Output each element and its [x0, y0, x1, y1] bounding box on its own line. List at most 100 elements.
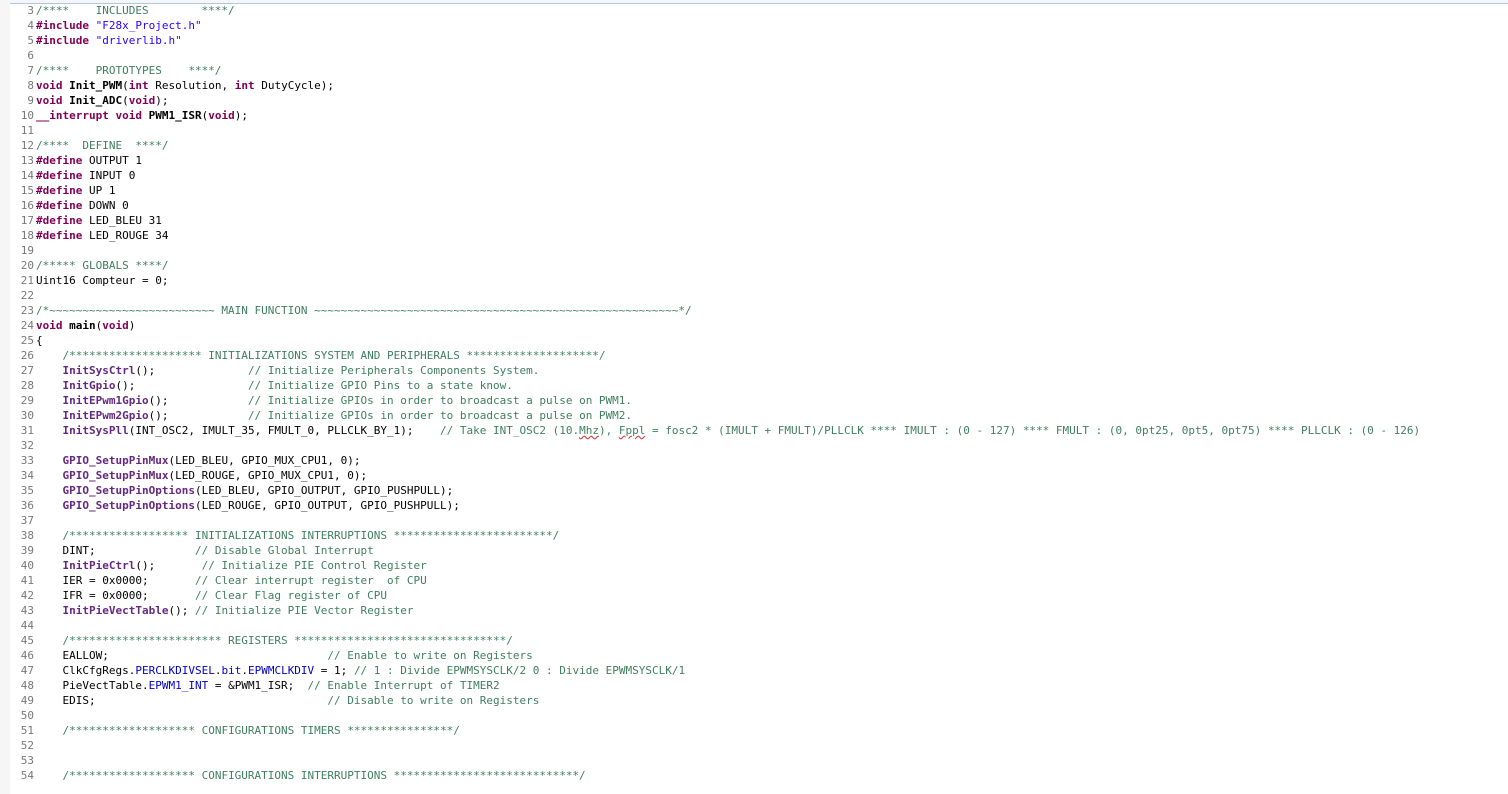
- code-token: Uint16 Compteur = 0;: [36, 274, 169, 287]
- line-text: InitEPwm2Gpio(); // Initialize GPIOs in …: [34, 408, 633, 423]
- code-line[interactable]: 18 #define LED_ROUGE 34: [0, 228, 1508, 243]
- line-number: 8: [27, 79, 34, 92]
- code-token: void: [36, 319, 63, 332]
- line-text: {: [34, 333, 43, 348]
- code-line[interactable]: 22: [0, 288, 1508, 303]
- code-token: // 1 : Divide EPWMSYSCLK/2 0 : Divide EP…: [353, 664, 686, 677]
- code-editor[interactable]: 23 /**** INCLUDES ****/4#include "F28x_Pr…: [0, 0, 1508, 794]
- line-number: 52: [20, 739, 34, 752]
- code-line[interactable]: 51 /******************* CONFIGURATIONS T…: [0, 723, 1508, 738]
- code-line[interactable]: 11: [0, 123, 1508, 138]
- code-line[interactable]: 44: [0, 618, 1508, 633]
- code-line[interactable]: 3/**** INCLUDES ****/: [0, 3, 1508, 18]
- code-line[interactable]: 37: [0, 513, 1508, 528]
- line-number: 30: [20, 409, 34, 422]
- code-line[interactable]: 24 void main(void): [0, 318, 1508, 333]
- code-line[interactable]: 5 #include "driverlib.h": [0, 33, 1508, 48]
- code-line[interactable]: 33 GPIO_SetupPinMux(LED_BLEU, GPIO_MUX_C…: [0, 453, 1508, 468]
- code-line[interactable]: 6: [0, 48, 1508, 63]
- line-text: /**** DEFINE ****/: [34, 138, 168, 153]
- code-token: #define: [36, 184, 83, 197]
- code-line[interactable]: 36 GPIO_SetupPinOptions(LED_ROUGE, GPIO_…: [0, 498, 1508, 513]
- code-token: InitEPwm2Gpio: [62, 409, 149, 422]
- line-text: #define DOWN 0: [34, 198, 129, 213]
- code-line[interactable]: 43 InitPieVectTable(); // Initialize PIE…: [0, 603, 1508, 618]
- code-token: InitPieCtrl: [62, 559, 136, 572]
- code-line[interactable]: 27 InitSysCtrl(); // Initialize Peripher…: [0, 363, 1508, 378]
- line-number: 11: [20, 124, 34, 137]
- code-line[interactable]: 29 InitEPwm1Gpio(); // Initialize GPIOs …: [0, 393, 1508, 408]
- code-line[interactable]: 28 InitGpio(); // Initialize GPIO Pins t…: [0, 378, 1508, 393]
- code-line[interactable]: 15 #define UP 1: [0, 183, 1508, 198]
- code-line[interactable]: 45 /*********************** REGISTERS **…: [0, 633, 1508, 648]
- line-text: /******************* CONFIGURATIONS INTE…: [34, 768, 586, 783]
- code-line[interactable]: 46 EALLOW; // Enable to write on Registe…: [0, 648, 1508, 663]
- line-text: PieVectTable.EPWM1_INT = &PWM1_ISR; // E…: [34, 678, 499, 693]
- code-line[interactable]: 14 #define INPUT 0: [0, 168, 1508, 183]
- line-text: /******************** INITIALIZATIONS SY…: [34, 348, 606, 363]
- code-line[interactable]: 42 IFR = 0x0000; // Clear Flag register …: [0, 588, 1508, 603]
- code-line[interactable]: 16 #define DOWN 0: [0, 198, 1508, 213]
- code-token: LED_ROUGE 34: [82, 229, 169, 242]
- line-number: 18: [20, 229, 34, 242]
- code-line[interactable]: 53: [0, 753, 1508, 768]
- code-line[interactable]: 9 void Init_ADC(void);: [0, 93, 1508, 108]
- code-token: // Initialize GPIOs in order to broadcas…: [247, 394, 633, 407]
- line-text: GPIO_SetupPinMux(LED_ROUGE, GPIO_MUX_CPU…: [34, 468, 368, 483]
- code-area[interactable]: 23 /**** INCLUDES ****/4#include "F28x_Pr…: [0, 0, 1508, 783]
- line-number: 43: [20, 604, 34, 617]
- code-line[interactable]: 4 #include "F28x_Project.h": [0, 18, 1508, 33]
- code-token: (: [122, 79, 129, 92]
- code-line[interactable]: 49 EDIS; // Disable to write on Register…: [0, 693, 1508, 708]
- line-number: 9: [27, 94, 34, 107]
- code-line[interactable]: 38 /****************** INITIALIZATIONS I…: [0, 528, 1508, 543]
- code-token: IFR = 0x0000;: [36, 589, 195, 602]
- code-token: ();: [148, 409, 248, 422]
- code-line[interactable]: 52: [0, 738, 1508, 753]
- line-text: EALLOW; // Enable to write on Registers: [34, 648, 532, 663]
- line-number: 50: [20, 709, 34, 722]
- line-number: 44: [20, 619, 34, 632]
- code-line[interactable]: 50: [0, 708, 1508, 723]
- line-number: 23: [20, 304, 34, 317]
- code-line[interactable]: 8 void Init_PWM(int Resolution, int DutyC…: [0, 78, 1508, 93]
- code-line[interactable]: 31 InitSysPll(INT_OSC2, IMULT_35, FMULT_…: [0, 423, 1508, 438]
- code-line[interactable]: 17 #define LED_BLEU 31: [0, 213, 1508, 228]
- code-line[interactable]: 20/***** GLOBALS ****/: [0, 258, 1508, 273]
- code-line[interactable]: 41 IER = 0x0000; // Clear interrupt regi…: [0, 573, 1508, 588]
- code-line[interactable]: 30 InitEPwm2Gpio(); // Initialize GPIOs …: [0, 408, 1508, 423]
- code-line[interactable]: 21 Uint16 Compteur = 0;: [0, 273, 1508, 288]
- code-token: ();: [135, 364, 248, 377]
- line-text: InitPieCtrl(); // Initialize PIE Control…: [34, 558, 427, 573]
- code-line[interactable]: 26 /******************** INITIALIZATIONS…: [0, 348, 1508, 363]
- line-number: 53: [20, 754, 34, 767]
- code-line[interactable]: 40 InitPieCtrl(); // Initialize PIE Cont…: [0, 558, 1508, 573]
- code-token: // Initialize PIE Vector Register: [194, 604, 414, 617]
- line-text: EDIS; // Disable to write on Registers: [34, 693, 539, 708]
- code-line[interactable]: 48 PieVectTable.EPWM1_INT = &PWM1_ISR; /…: [0, 678, 1508, 693]
- code-line[interactable]: 47 ClkCfgRegs.PERCLKDIVSEL.bit.EPWMCLKDI…: [0, 663, 1508, 678]
- code-line[interactable]: 34 GPIO_SetupPinMux(LED_ROUGE, GPIO_MUX_…: [0, 468, 1508, 483]
- line-number: 17: [20, 214, 34, 227]
- code-line[interactable]: 23/*~~~~~~~~~~~~~~~~~~~~~~~~~ MAIN FUNCT…: [0, 303, 1508, 318]
- code-line[interactable]: 35 GPIO_SetupPinOptions(LED_BLEU, GPIO_O…: [0, 483, 1508, 498]
- code-line[interactable]: 39 DINT; // Disable Global Interrupt: [0, 543, 1508, 558]
- line-number: 12: [20, 139, 34, 152]
- code-line[interactable]: 12/**** DEFINE ****/: [0, 138, 1508, 153]
- code-line[interactable]: 13 #define OUTPUT 1: [0, 153, 1508, 168]
- line-text: InitSysPll(INT_OSC2, IMULT_35, FMULT_0, …: [34, 423, 1421, 438]
- code-line[interactable]: 54 /******************* CONFIGURATIONS I…: [0, 768, 1508, 783]
- line-number: 39: [20, 544, 34, 557]
- code-token: IER = 0x0000;: [36, 574, 195, 587]
- code-line[interactable]: 32: [0, 438, 1508, 453]
- line-text: [34, 708, 36, 723]
- code-line[interactable]: 19: [0, 243, 1508, 258]
- code-line[interactable]: 10 __interrupt void PWM1_ISR(void);: [0, 108, 1508, 123]
- code-line[interactable]: 7/**** PROTOTYPES ****/: [0, 63, 1508, 78]
- code-line[interactable]: 25{: [0, 333, 1508, 348]
- code-token: #include: [36, 19, 89, 32]
- line-number: 3: [27, 4, 34, 17]
